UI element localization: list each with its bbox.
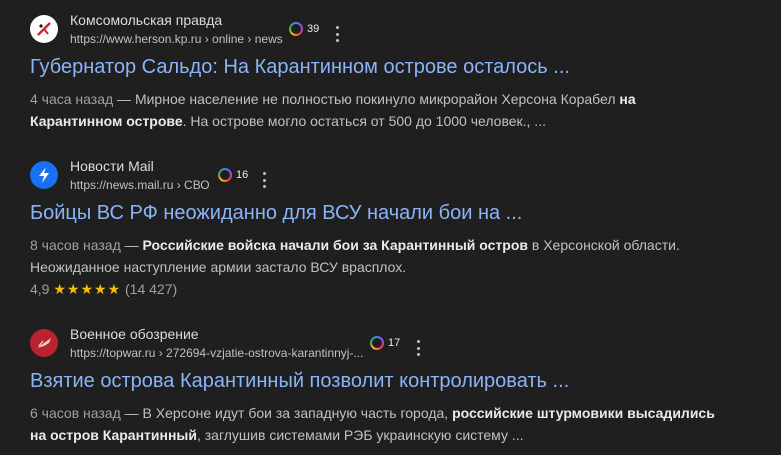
site-url: https://news.mail.ru › СВО — [70, 178, 210, 192]
result-title-link[interactable]: Губернатор Сальдо: На Карантинном остров… — [30, 54, 770, 80]
result-snippet: 4 часа назад — Мирное население не полно… — [30, 91, 636, 129]
site-name: Военное обозрение — [70, 326, 199, 342]
badge-count: 16 — [236, 169, 249, 181]
star-rating-icon: ★★★★★ — [53, 281, 122, 297]
topwar-logo-icon — [30, 329, 58, 357]
site-url: https://topwar.ru › 272694-vzjatie-ostro… — [70, 346, 364, 360]
site-name: Комсомольская правда — [70, 12, 223, 28]
rating-value: 4,9 — [30, 281, 50, 297]
result-snippet: 8 часов назад — Российские войска начали… — [30, 237, 680, 275]
badge-count: 39 — [307, 23, 320, 35]
ai-badge[interactable]: 17 — [370, 336, 400, 350]
ring-icon — [218, 168, 232, 182]
lightning-icon — [30, 161, 58, 189]
rating-count: (14 427) — [125, 281, 178, 297]
result-source[interactable]: Новости Mail https://news.mail.ru › СВО … — [30, 158, 770, 194]
snippet-time: 6 часов назад — [30, 405, 121, 421]
site-name: Новости Mail — [70, 158, 154, 174]
ring-icon — [370, 336, 384, 350]
more-options-icon[interactable] — [332, 26, 342, 42]
more-options-icon[interactable] — [413, 340, 423, 356]
snippet-time: 8 часов назад — [30, 237, 121, 253]
search-result: Военное обозрение https://topwar.ru › 27… — [30, 326, 770, 446]
rating: 4,9 ★★★★★ (14 427) — [30, 278, 770, 300]
badge-count: 17 — [388, 337, 401, 349]
search-result: Комсомольская правда https://www.herson.… — [30, 12, 770, 132]
ring-icon — [289, 22, 303, 36]
kp-logo-icon — [30, 15, 58, 43]
result-snippet: 6 часов назад — В Херсоне идут бои за за… — [30, 405, 715, 443]
more-options-icon[interactable] — [259, 172, 269, 188]
result-title-link[interactable]: Бойцы ВС РФ неожиданно для ВСУ начали бо… — [30, 200, 770, 226]
snippet-time: 4 часа назад — [30, 91, 114, 107]
site-url: https://www.herson.kp.ru › online › news — [70, 32, 283, 46]
result-title-link[interactable]: Взятие острова Карантинный позволит конт… — [30, 368, 770, 394]
search-result: Новости Mail https://news.mail.ru › СВО … — [30, 158, 770, 300]
ai-badge[interactable]: 39 — [289, 22, 319, 36]
result-source[interactable]: Военное обозрение https://topwar.ru › 27… — [30, 326, 770, 362]
result-source[interactable]: Комсомольская правда https://www.herson.… — [30, 12, 770, 48]
ai-badge[interactable]: 16 — [218, 168, 248, 182]
